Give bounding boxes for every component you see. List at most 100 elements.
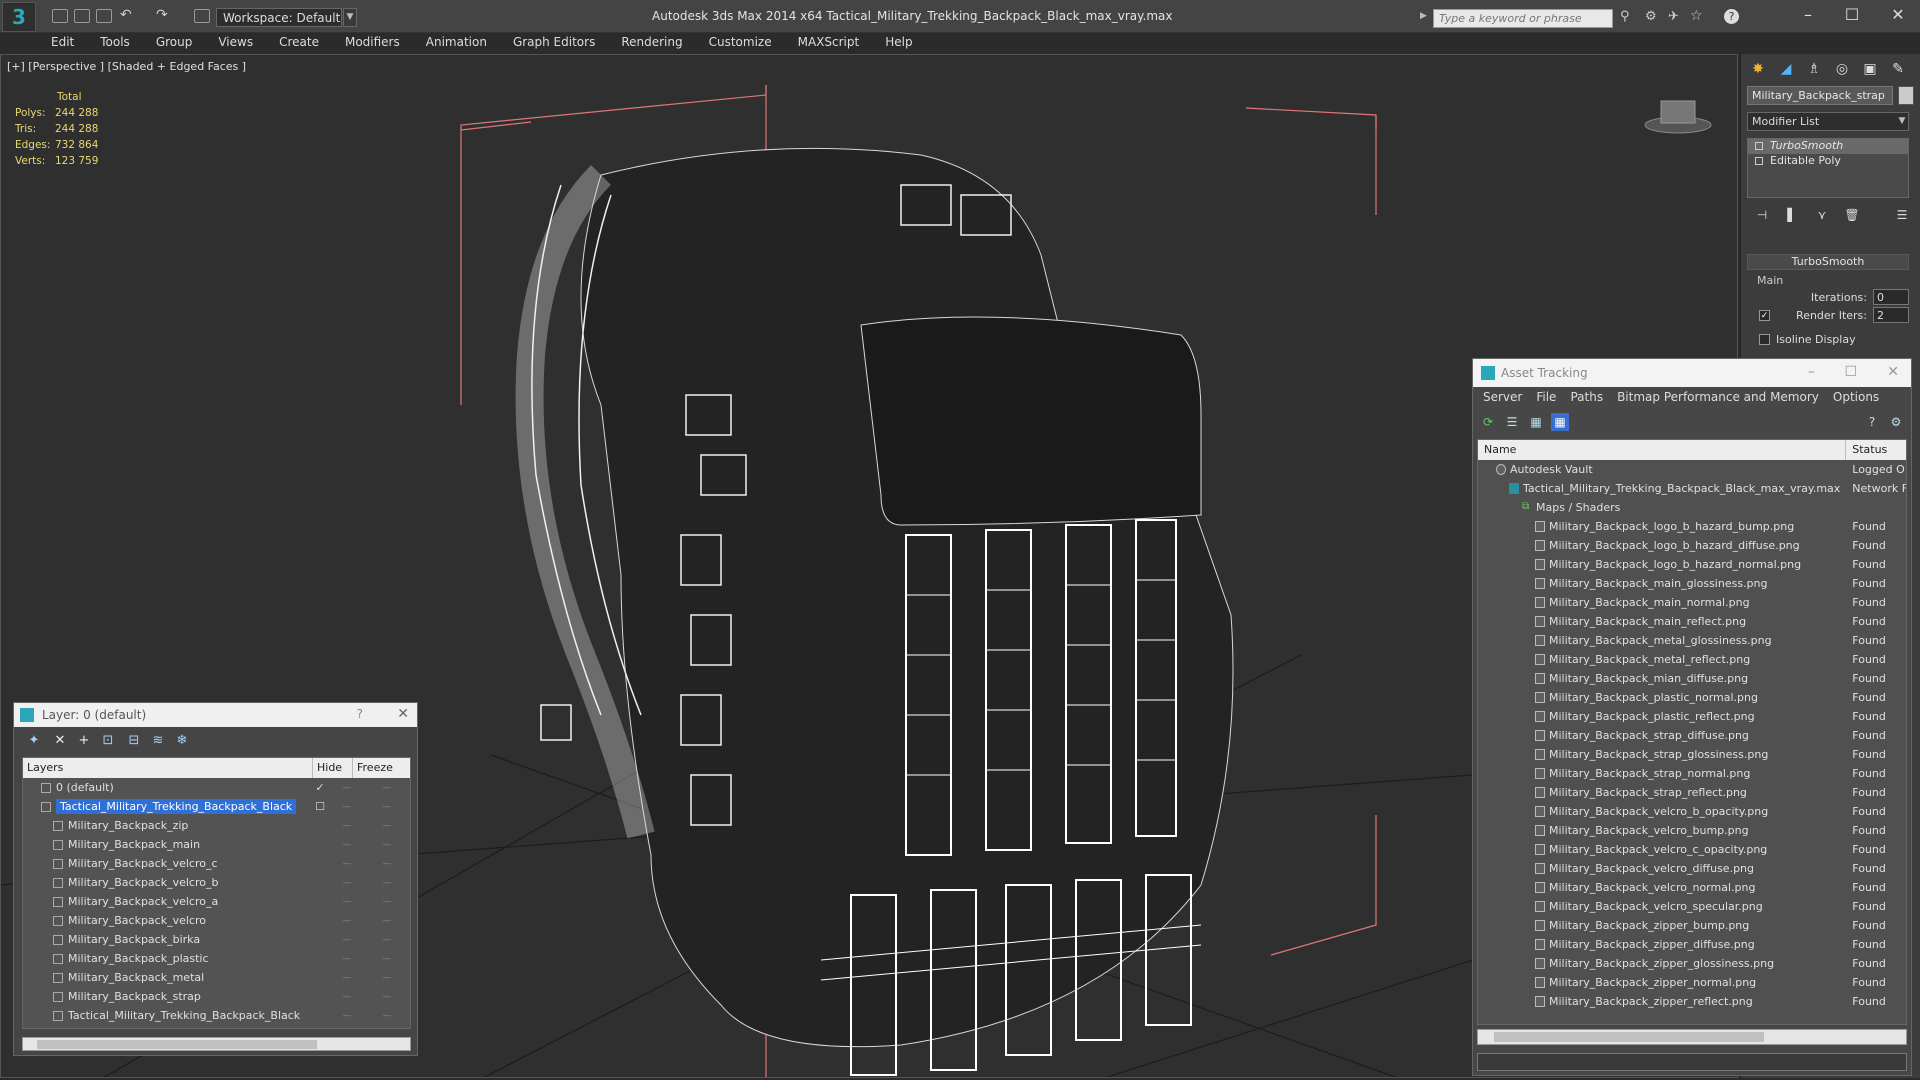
hide-toggle[interactable]: — — [327, 783, 367, 793]
open-file-icon[interactable] — [74, 9, 90, 23]
hierarchy-tab-icon[interactable]: ♗ — [1803, 58, 1825, 80]
binoculars-icon[interactable]: ⚲ — [1620, 9, 1630, 24]
asset-row[interactable]: Military_Backpack_main_reflect.png Found — [1478, 612, 1906, 631]
stack-item-turbosmooth[interactable]: TurboSmooth — [1748, 139, 1908, 154]
layer-window-titlebar[interactable]: Layer: 0 (default) ? ✕ — [14, 703, 417, 727]
hide-toggle[interactable]: — — [327, 897, 367, 907]
hide-all-icon[interactable]: ≋ — [148, 733, 168, 751]
layer-row[interactable]: Tactical_Military_Trekking_Backpack_Blac… — [23, 797, 410, 816]
create-tab-icon[interactable]: ✸ — [1747, 58, 1769, 80]
subscription-icon[interactable]: ⚙ — [1645, 9, 1657, 24]
hide-toggle[interactable]: — — [327, 821, 367, 831]
freeze-toggle[interactable]: — — [367, 859, 407, 869]
asset-row[interactable]: Military_Backpack_strap_reflect.png Found — [1478, 783, 1906, 802]
hide-toggle[interactable]: — — [327, 935, 367, 945]
asset-row[interactable]: Military_Backpack_main_glossiness.png Fou… — [1478, 574, 1906, 593]
asset-row[interactable]: Military_Backpack_strap_glossiness.png Fo… — [1478, 745, 1906, 764]
layer-row[interactable]: 0 (default) ✓ — — — [23, 778, 410, 797]
lightbulb-icon[interactable] — [1755, 142, 1763, 150]
help-icon[interactable]: ? — [1863, 413, 1881, 431]
menu-create[interactable]: Create — [266, 33, 332, 53]
chevron-down-icon[interactable]: ▼ — [343, 8, 357, 27]
list-view-icon[interactable]: ☰ — [1503, 413, 1521, 431]
menu-views[interactable]: Views — [205, 33, 266, 53]
asset-row[interactable]: Military_Backpack_main_normal.png Found — [1478, 593, 1906, 612]
layer-name-cell[interactable]: Military_Backpack_velcro — [23, 914, 313, 927]
menu-customize[interactable]: Customize — [696, 33, 785, 53]
layer-row[interactable]: Military_Backpack_strap — — — [23, 987, 410, 1006]
minimize-icon[interactable]: – — [1798, 6, 1818, 24]
asset-horizontal-scrollbar[interactable] — [1477, 1029, 1907, 1045]
hide-toggle[interactable]: — — [327, 992, 367, 1002]
asset-row[interactable]: Military_Backpack_strap_diffuse.png Found — [1478, 726, 1906, 745]
remove-modifier-icon[interactable]: 🗑 — [1841, 204, 1863, 226]
communication-center-icon[interactable]: ✈ — [1668, 9, 1679, 24]
render-iters-spinner[interactable]: 2 — [1873, 307, 1909, 323]
make-unique-icon[interactable]: ⋎ — [1811, 204, 1833, 226]
rollout-title[interactable]: TurboSmooth — [1747, 254, 1909, 270]
help-icon[interactable]: ? — [1724, 9, 1739, 24]
asset-row[interactable]: Military_Backpack_logo_b_hazard_diffuse.… — [1478, 536, 1906, 555]
utilities-tab-icon[interactable]: ✎ — [1887, 58, 1909, 80]
layer-row[interactable]: Military_Backpack_main — — — [23, 835, 410, 854]
layer-row[interactable]: Military_Backpack_velcro_c — — — [23, 854, 410, 873]
layer-horizontal-scrollbar[interactable] — [22, 1037, 411, 1051]
workspace-dropdown[interactable]: Workspace: Default — [216, 8, 342, 27]
asset-row[interactable]: Military_Backpack_logo_b_hazard_normal.p… — [1478, 555, 1906, 574]
layer-name-cell[interactable]: Tactical_Military_Trekking_Backpack_Blac… — [23, 799, 313, 814]
layer-name-cell[interactable]: Military_Backpack_metal — [23, 971, 313, 984]
hide-toggle[interactable]: — — [327, 1011, 367, 1021]
menu-options[interactable]: Options — [1827, 387, 1887, 409]
iterations-spinner[interactable]: 0 — [1873, 289, 1909, 305]
asset-row[interactable]: Tactical_Military_Trekking_Backpack_Blac… — [1478, 479, 1906, 498]
menu-rendering[interactable]: Rendering — [608, 33, 695, 53]
favorites-star-icon[interactable]: ☆ — [1690, 8, 1703, 24]
minimize-icon[interactable]: – — [1808, 364, 1815, 380]
layer-name-cell[interactable]: Military_Backpack_strap — [23, 990, 313, 1003]
asset-window-titlebar[interactable]: Asset Tracking – ☐ ✕ — [1473, 359, 1911, 387]
render-iters-checkbox[interactable]: ✓ — [1759, 309, 1770, 321]
asset-row[interactable]: Military_Backpack_velcro_specular.png Fou… — [1478, 897, 1906, 916]
close-icon[interactable]: ✕ — [1888, 6, 1908, 24]
asset-row[interactable]: Military_Backpack_velcro_bump.png Found — [1478, 821, 1906, 840]
freeze-toggle[interactable]: — — [367, 916, 407, 926]
asset-row[interactable]: Military_Backpack_strap_normal.png Found — [1478, 764, 1906, 783]
menu-maxscript[interactable]: MAXScript — [785, 33, 873, 53]
layer-name-cell[interactable]: 0 (default) — [23, 781, 313, 794]
hide-toggle[interactable]: — — [327, 878, 367, 888]
maximize-icon[interactable]: ☐ — [1844, 364, 1857, 380]
scrollbar-thumb[interactable] — [37, 1040, 317, 1049]
freeze-toggle[interactable]: — — [367, 973, 407, 983]
menu-edit[interactable]: Edit — [38, 33, 87, 53]
layer-name-cell[interactable]: Military_Backpack_zip — [23, 819, 313, 832]
stack-item-editable-poly[interactable]: Editable Poly — [1748, 154, 1908, 169]
asset-row[interactable]: Military_Backpack_metal_glossiness.png Fo… — [1478, 631, 1906, 650]
isoline-checkbox[interactable] — [1759, 333, 1770, 345]
menu-bitmap-performance[interactable]: Bitmap Performance and Memory — [1611, 387, 1827, 409]
scrollbar-thumb[interactable] — [1494, 1032, 1764, 1042]
search-expand-icon[interactable]: ▶ — [1420, 11, 1427, 21]
layer-name-cell[interactable]: Military_Backpack_velcro_b — [23, 876, 313, 889]
asset-row[interactable]: Military_Backpack_plastic_normal.png Foun… — [1478, 688, 1906, 707]
asset-row[interactable]: Autodesk Vault Logged O — [1478, 460, 1906, 479]
modify-tab-icon[interactable]: ◢ — [1775, 58, 1797, 80]
asset-row[interactable]: Military_Backpack_plastic_reflect.png Fou… — [1478, 707, 1906, 726]
close-icon[interactable]: ✕ — [1887, 364, 1899, 380]
object-name-field[interactable]: Military_Backpack_strap — [1747, 86, 1893, 105]
layer-row[interactable]: Military_Backpack_velcro_a — — — [23, 892, 410, 911]
asset-row[interactable]: Military_Backpack_zipper_normal.png Found — [1478, 973, 1906, 992]
asset-row[interactable]: Military_Backpack_metal_reflect.png Found — [1478, 650, 1906, 669]
maximize-icon[interactable]: ☐ — [1842, 6, 1862, 24]
hide-toggle[interactable]: — — [327, 973, 367, 983]
highlight-selected-icon[interactable]: ⊟ — [124, 733, 144, 751]
undo-icon[interactable]: ↶ — [120, 7, 132, 23]
freeze-toggle[interactable]: — — [367, 878, 407, 888]
freeze-toggle[interactable]: — — [367, 992, 407, 1002]
menu-group[interactable]: Group — [143, 33, 206, 53]
freeze-toggle[interactable]: — — [367, 935, 407, 945]
app-menu-logo-icon[interactable]: 3 — [2, 2, 36, 32]
menu-help[interactable]: Help — [872, 33, 925, 53]
menu-modifiers[interactable]: Modifiers — [332, 33, 413, 53]
table-view-icon[interactable]: ▦ — [1551, 413, 1569, 431]
layer-name-cell[interactable]: Military_Backpack_birka — [23, 933, 313, 946]
